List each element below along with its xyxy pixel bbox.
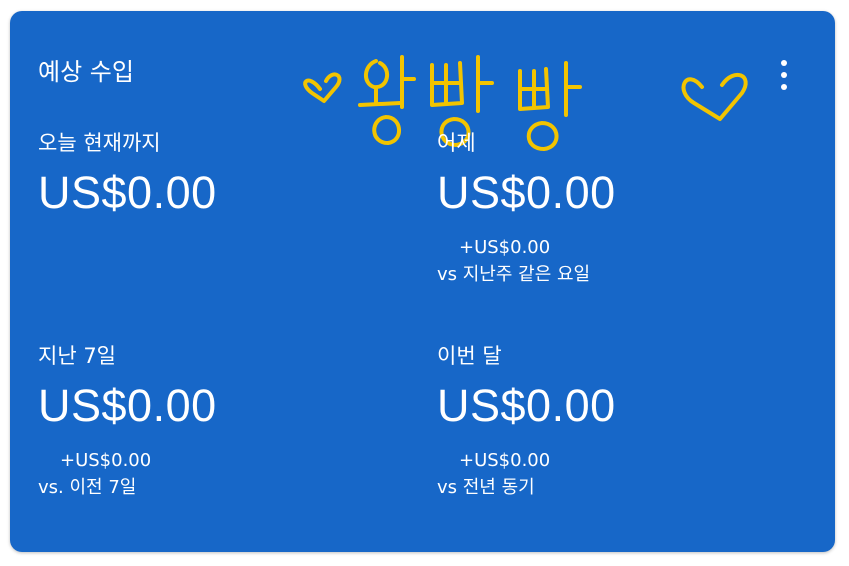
more-vert-icon [781,60,787,66]
metric-compare: vs. 이전 7일 [38,477,137,498]
doodle-stroke [526,121,559,151]
metric-value: US$0.00 [437,380,616,431]
metric-change: +US$0.00 [459,450,551,471]
metric-label: 어제 [437,131,476,155]
metric-compare: vs 전년 동기 [437,477,535,498]
doodle-stroke [358,101,402,107]
metric-label: 지난 7일 [38,344,116,368]
heart-doodle-left [303,72,342,103]
metric-value: US$0.00 [437,167,616,218]
handwritten-doodle [303,55,748,151]
metric-value: US$0.00 [38,167,217,218]
card-title: 예상 수입 [38,58,134,86]
doodle-stroke [364,59,390,90]
metric-label: 오늘 현재까지 [38,131,161,155]
heart-doodle-right [681,73,748,121]
earnings-card: 예상 수입 오늘 현재까지 US$0.00 어제 US$0.00 +US$0.0… [10,11,835,552]
more-vert-icon [781,72,787,78]
more-vert-icon [781,84,787,90]
metric-label: 이번 달 [437,344,502,368]
doodle-stroke [372,115,401,145]
more-options-button[interactable] [772,57,796,93]
metric-value: US$0.00 [38,380,217,431]
metric-change: +US$0.00 [60,450,152,471]
metric-compare: vs 지난주 같은 요일 [437,264,591,285]
metric-change: +US$0.00 [459,237,551,258]
